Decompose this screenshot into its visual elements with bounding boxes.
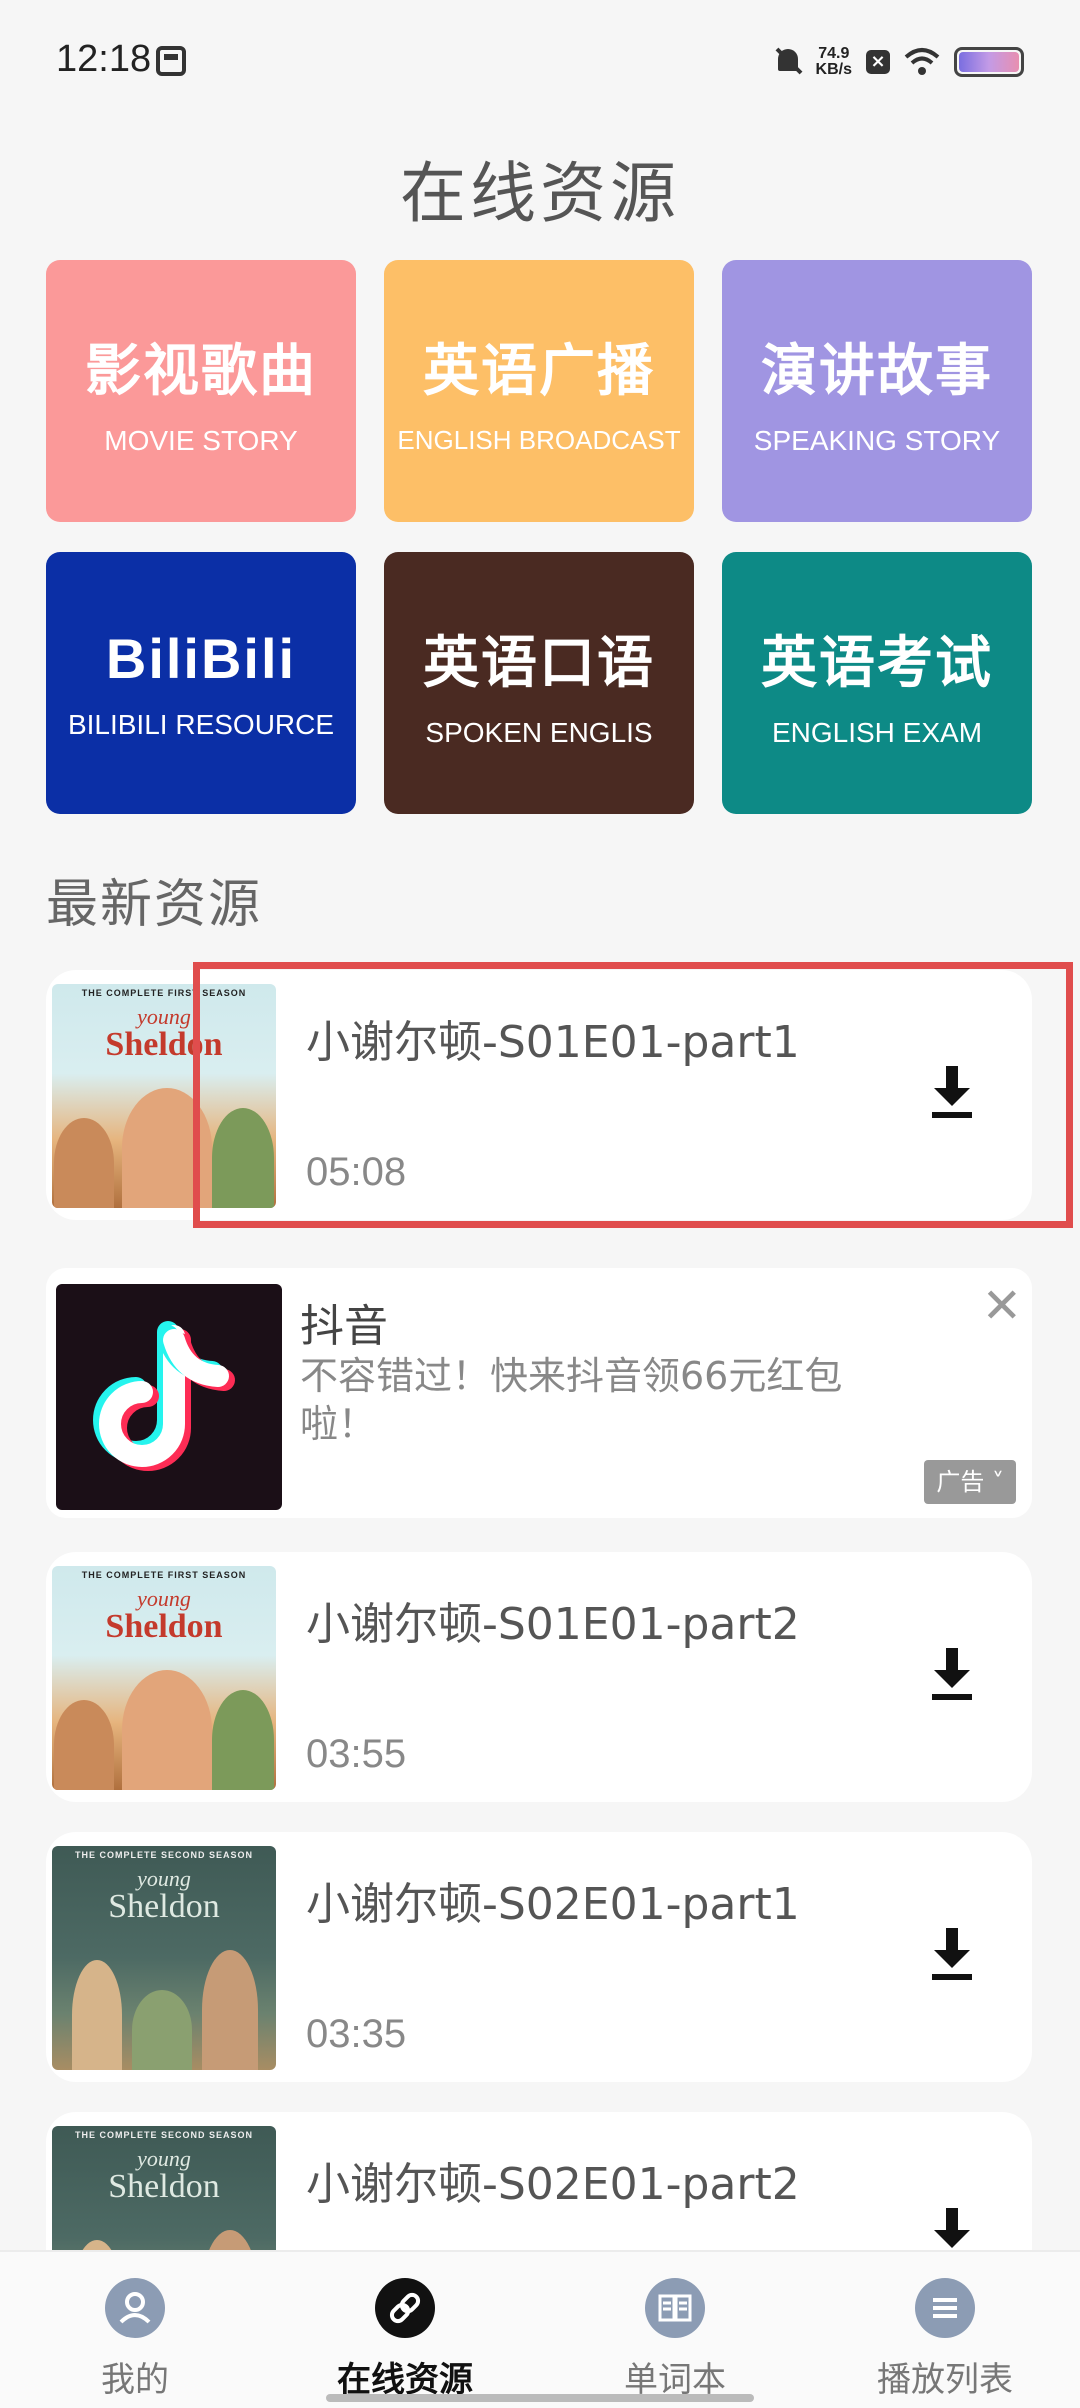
thumb-logo-main: Sheldon (105, 1608, 223, 1645)
tile-subtitle: ENGLISH BROADCAST (397, 425, 681, 455)
tile-title: 影视歌曲 (85, 338, 317, 404)
nav-item-wordbook[interactable]: 单词本 (540, 2252, 810, 2408)
thumb-strap: THE COMPLETE FIRST SEASON (81, 988, 247, 998)
home-indicator[interactable] (326, 2394, 754, 2402)
tile-subtitle: ENGLISH EXAM (771, 716, 983, 748)
ad-badge-label: 广告 (936, 1468, 985, 1496)
bottom-nav: 我的 在线资源 单词本 播放列表 (0, 2250, 1080, 2408)
download-icon[interactable] (930, 1928, 974, 1982)
status-icons: 74.9 KB/s × (774, 40, 1024, 84)
status-time: 12:18 (56, 38, 152, 80)
page-title: 在线资源 (400, 155, 680, 232)
resource-card[interactable]: THE COMPLETE FIRST SEASON young Sheldon … (46, 1552, 1032, 1802)
ad-card[interactable]: 抖音 不容错过！快来抖音领66元红包啦！ ✕ 广告 ˅ (46, 1268, 1032, 1518)
download-icon[interactable] (930, 1066, 974, 1120)
tile-subtitle: MOVIE STORY (104, 424, 298, 456)
chevron-down-icon: ˅ (992, 1468, 1004, 1496)
list-icon (915, 2278, 975, 2338)
notification-app-icon (156, 46, 186, 76)
link-icon (375, 2278, 435, 2338)
resource-thumbnail: THE COMPLETE SECOND SEASON young Sheldon (52, 1846, 276, 2070)
category-tile-english-exam[interactable]: 英语考试 ENGLISH EXAM (722, 552, 1032, 814)
thumb-logo-main: Sheldon (105, 1026, 223, 1063)
resource-thumbnail: THE COMPLETE FIRST SEASON young Sheldon (52, 1566, 276, 1790)
category-tile-bilibili[interactable]: BiliBili BILIBILI RESOURCE (46, 552, 356, 814)
ad-badge[interactable]: 广告 ˅ (924, 1460, 1016, 1504)
latest-section-title: 最新资源 (46, 875, 263, 935)
thumb-strap: THE COMPLETE SECOND SEASON (74, 1850, 253, 1860)
ad-text: 不容错过！快来抖音领66元红包啦！ (300, 1354, 843, 1446)
mute-bell-icon (774, 47, 802, 77)
category-tile-movie-story[interactable]: 影视歌曲 MOVIE STORY (46, 260, 356, 522)
nav-item-online-resources[interactable]: 在线资源 (270, 2252, 540, 2408)
douyin-logo-icon (56, 1284, 282, 1510)
ad-title: 抖音 (300, 1301, 388, 1352)
close-icon[interactable]: ✕ (982, 1282, 1022, 1330)
nav-item-playlist[interactable]: 播放列表 (810, 2252, 1080, 2408)
thumb-strap: THE COMPLETE SECOND SEASON (74, 2130, 253, 2140)
tile-title: BiliBili (105, 626, 297, 690)
status-bar: 12:18 74.9 KB/s × (0, 0, 1080, 120)
book-icon (645, 2278, 705, 2338)
nav-label: 播放列表 (877, 2360, 1013, 2400)
resource-card[interactable]: THE COMPLETE SECOND SEASON young Sheldon… (46, 1832, 1032, 2082)
resource-thumbnail: THE COMPLETE FIRST SEASON young Sheldon (52, 984, 276, 1208)
person-icon (105, 2278, 165, 2338)
nav-label: 我的 (101, 2360, 169, 2400)
tile-title: 英语考试 (761, 630, 993, 696)
resource-duration: 03:55 (306, 1732, 407, 1776)
thumb-logo-main: Sheldon (108, 1888, 220, 1925)
tile-title: 英语口语 (423, 630, 655, 696)
net-speed: 74.9 KB/s (816, 46, 852, 78)
battery-icon (954, 47, 1024, 77)
sim-x-icon: × (866, 50, 890, 74)
resource-title: 小谢尔顿-S02E01-part2 (306, 2159, 800, 2210)
net-speed-value: 74.9 (818, 45, 850, 62)
resource-duration: 05:08 (306, 1150, 407, 1194)
category-tile-spoken-english[interactable]: 英语口语 SPOKEN ENGLIS (384, 552, 694, 814)
category-grid: 影视歌曲 MOVIE STORY 英语广播 ENGLISH BROADCAST … (46, 260, 1032, 814)
resource-title: 小谢尔顿-S01E01-part2 (306, 1599, 800, 1650)
tile-title: 英语广播 (423, 339, 655, 404)
category-tile-english-broadcast[interactable]: 英语广播 ENGLISH BROADCAST (384, 260, 694, 522)
tile-subtitle: SPOKEN ENGLIS (425, 716, 653, 748)
thumb-strap: THE COMPLETE FIRST SEASON (81, 1570, 247, 1580)
tile-title: 演讲故事 (761, 338, 993, 404)
category-tile-speaking-story[interactable]: 演讲故事 SPEAKING STORY (722, 260, 1032, 522)
thumb-logo-main: Sheldon (108, 2168, 220, 2205)
wifi-icon (904, 47, 940, 77)
resource-title: 小谢尔顿-S02E01-part1 (306, 1879, 800, 1930)
tile-subtitle: BILIBILI RESOURCE (67, 708, 335, 740)
net-speed-unit: KB/s (815, 61, 852, 78)
resource-card[interactable]: THE COMPLETE FIRST SEASON young Sheldon … (46, 970, 1032, 1220)
resource-duration: 03:35 (306, 2012, 407, 2056)
resource-title: 小谢尔顿-S01E01-part1 (306, 1017, 800, 1068)
download-icon[interactable] (930, 1648, 974, 1702)
nav-item-mine[interactable]: 我的 (0, 2252, 270, 2408)
tile-subtitle: SPEAKING STORY (753, 424, 1001, 456)
